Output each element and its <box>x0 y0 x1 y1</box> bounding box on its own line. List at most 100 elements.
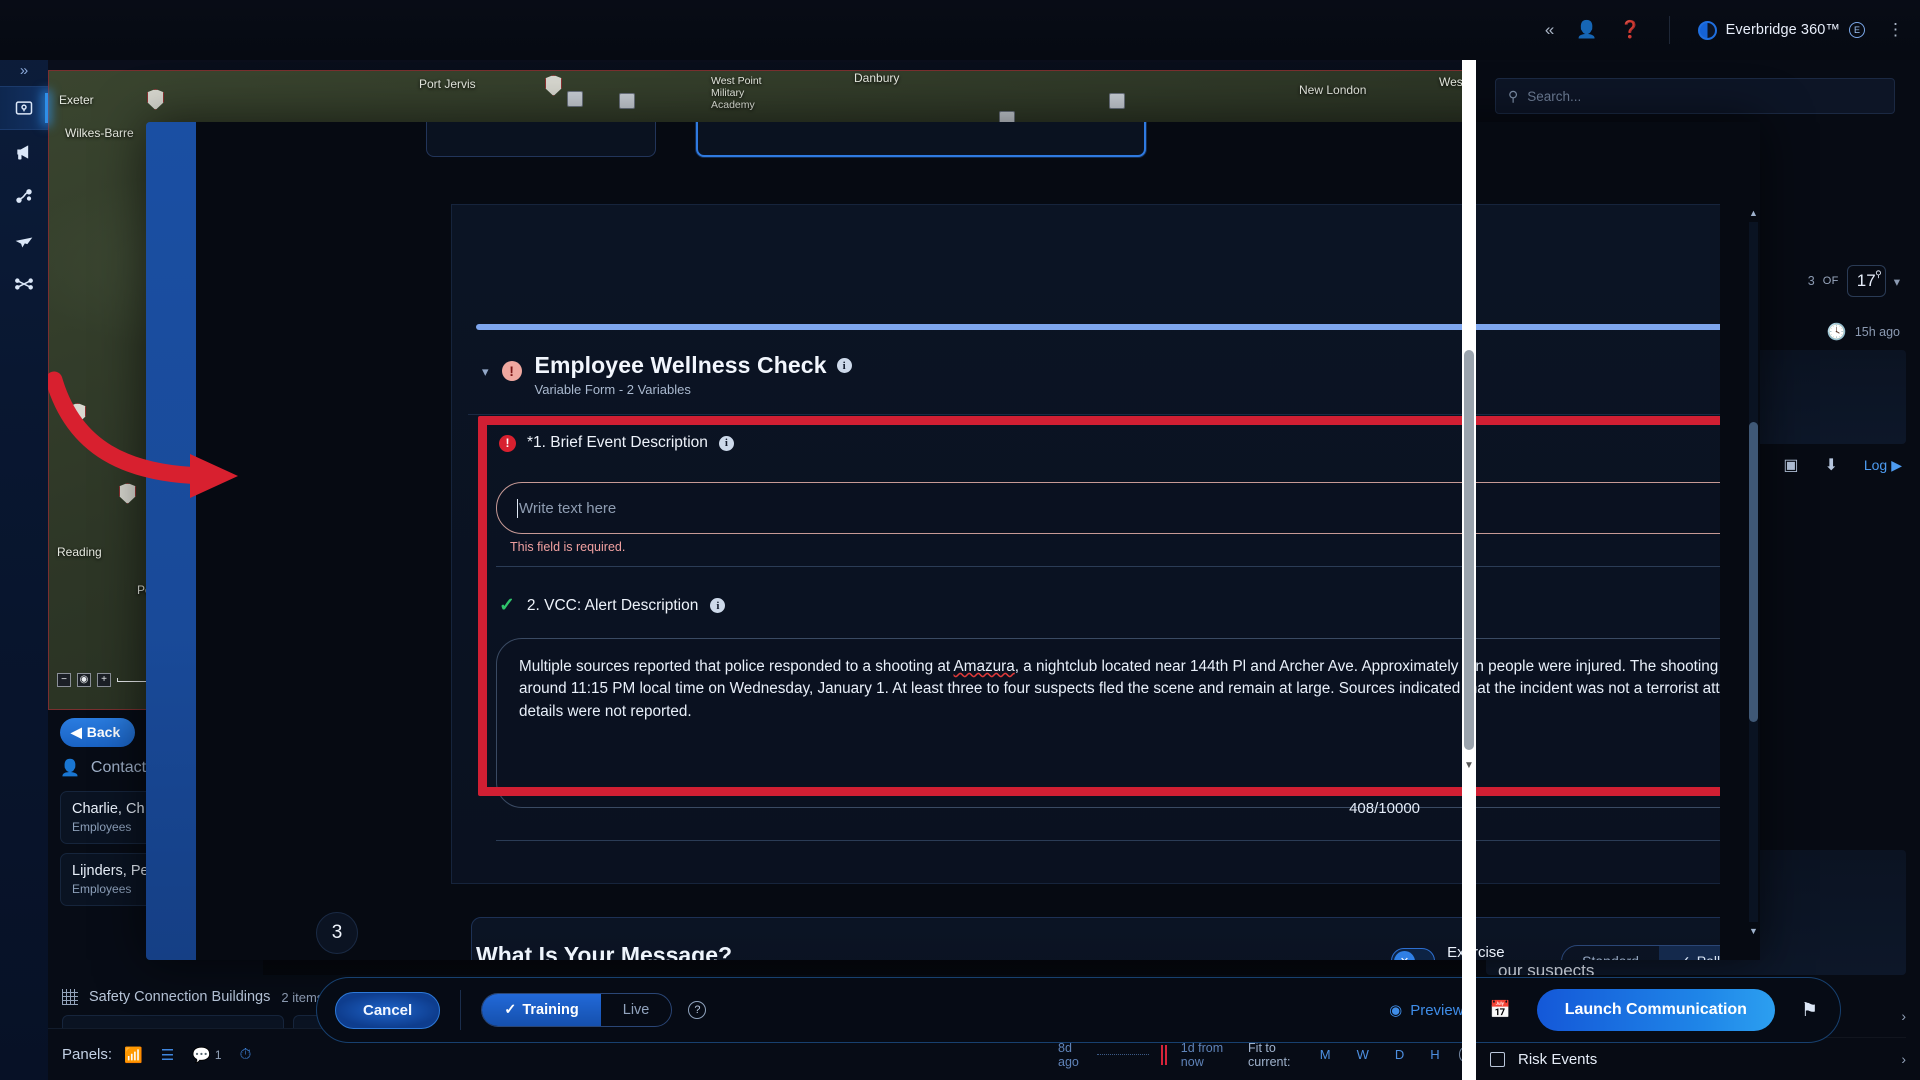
training-option[interactable]: ✓ Training <box>482 994 601 1026</box>
brand-name: Everbridge 360™ <box>1725 22 1840 38</box>
scrollbar-thumb[interactable] <box>1749 422 1758 722</box>
scroll-down-arrow-icon[interactable]: ▼ <box>1749 926 1758 936</box>
top-bar: « 👤 ❓ Everbridge 360™ E ⋮ <box>0 0 1920 60</box>
timeline-track[interactable] <box>1097 1054 1149 1055</box>
brand-badge[interactable]: E <box>1849 22 1865 38</box>
search-input[interactable]: Search... <box>1527 89 1581 104</box>
sidebar-item-travel[interactable] <box>0 218 48 262</box>
back-label: Back <box>86 724 121 740</box>
text-caret <box>517 498 518 518</box>
user-icon[interactable]: 👤 <box>1576 20 1597 40</box>
history-icon[interactable]: ⏱ <box>240 1046 252 1063</box>
question2-divider <box>496 840 1720 841</box>
left-nav-rail: » <box>0 0 48 1080</box>
template-card[interactable] <box>426 122 656 157</box>
double-chevron-left-icon[interactable]: « <box>1545 20 1554 40</box>
modal-action-bar: Cancel ✓ Training Live ? ◉ Preview 📅 Lau… <box>316 977 1841 1043</box>
question2-label-row: ✓ 2. VCC: Alert Description i <box>499 594 726 617</box>
sidebar-item-alerts[interactable] <box>0 130 48 174</box>
back-button[interactable]: ◀ Back <box>60 717 136 747</box>
sidebar-item-integrations[interactable] <box>0 262 48 306</box>
divider <box>460 990 462 1030</box>
cancel-button[interactable]: Cancel <box>335 991 441 1029</box>
flag-icon[interactable]: ⚑ <box>1801 999 1818 1022</box>
locate-icon[interactable]: ◉ <box>77 673 91 687</box>
zoom-in-button[interactable]: + <box>97 673 111 687</box>
question2-text-part1: Multiple sources reported that police re… <box>519 658 954 675</box>
panels-label: Panels: <box>62 1046 113 1063</box>
help-circle-icon[interactable]: ❓ <box>1619 20 1640 40</box>
chevron-down-icon[interactable]: ▾ <box>482 364 489 380</box>
question1-label-row: ! *1. Brief Event Description i <box>499 434 734 452</box>
grid-icon <box>62 989 78 1005</box>
info-icon[interactable]: i <box>718 435 734 451</box>
template-card-selected[interactable] <box>696 122 1146 157</box>
note-icon[interactable]: ▣ <box>1783 455 1798 475</box>
fit-option-m[interactable]: M <box>1320 1047 1331 1062</box>
chevron-down-icon[interactable]: ▾ <box>1894 274 1900 289</box>
comment-count: 1 <box>214 1047 222 1062</box>
feed-icon[interactable]: 📶 <box>124 1046 143 1064</box>
map-poi-icon[interactable] <box>619 93 635 109</box>
form-subtitle: Variable Form - 2 Variables <box>534 382 691 397</box>
message-mode-segmented[interactable]: Standard ✓Polling Conference <box>1561 944 1720 961</box>
action-bar-right: ◉ Preview 📅 Launch Communication ⚑ <box>1389 989 1818 1031</box>
event-actions[interactable]: ▣ ⬇ Log ▶ <box>1783 455 1902 475</box>
timestamp-label: 15h ago <box>1854 325 1900 339</box>
mode-polling[interactable]: ✓Polling <box>1658 945 1720 961</box>
help-circle-icon[interactable]: ? <box>688 1001 707 1019</box>
check-icon: ✓ <box>1679 953 1691 961</box>
right-panel-scrollbar[interactable]: ▼ <box>1462 60 1476 1080</box>
scrollbar-thumb[interactable] <box>1464 350 1474 750</box>
exercise-mode-toggle[interactable]: ✕ <box>1391 948 1436 960</box>
log-link[interactable]: Log ▶ <box>1864 457 1902 474</box>
download-icon[interactable]: ⬇ <box>1824 455 1837 475</box>
pager-total[interactable]: 17 ⚲ <box>1846 265 1886 297</box>
info-icon[interactable]: i <box>836 358 852 373</box>
checkbox[interactable] <box>1490 1051 1505 1067</box>
chevron-right-icon[interactable]: › <box>1901 1008 1906 1024</box>
fit-option-h[interactable]: H <box>1430 1047 1439 1062</box>
info-icon[interactable]: i <box>710 598 726 613</box>
more-vertical-icon[interactable]: ⋮ <box>1887 20 1904 40</box>
warning-icon: ! <box>501 361 522 381</box>
comment-icon[interactable]: 💬 1 <box>192 1046 221 1064</box>
zoom-out-button[interactable]: − <box>57 673 71 687</box>
question2-textarea[interactable]: Multiple sources reported that police re… <box>496 638 1720 808</box>
modal-scroll-content: ▾ ! Employee Wellness Check i Variable F… <box>196 122 1720 960</box>
mode-standard[interactable]: Standard <box>1562 946 1659 960</box>
calendar-icon[interactable]: 📅 <box>1490 1000 1511 1020</box>
required-exclamation-icon: ! <box>499 434 516 452</box>
map-poi-icon[interactable] <box>1109 93 1125 109</box>
preview-button[interactable]: ◉ Preview <box>1389 1001 1463 1020</box>
live-option[interactable]: Live <box>601 994 672 1026</box>
training-live-switch[interactable]: ✓ Training Live <box>481 993 673 1027</box>
question2-label: 2. VCC: Alert Description <box>526 596 699 614</box>
list-icon[interactable]: ☰ <box>161 1046 174 1064</box>
list-item-risk-events[interactable]: Risk Events › <box>1490 1038 1906 1080</box>
fit-to-current-label: Fit to current: <box>1248 1040 1291 1069</box>
sidebar-item-map[interactable] <box>0 86 48 130</box>
question1-divider <box>496 566 1720 567</box>
fit-option-w[interactable]: W <box>1357 1047 1369 1062</box>
modal-scrollbar[interactable]: ▲ ▼ <box>1749 208 1758 936</box>
sidebar-item-workflows[interactable] <box>0 174 48 218</box>
question1-input[interactable]: Write text here /24 <box>496 482 1720 534</box>
map-label: Exeter <box>59 93 94 107</box>
x-icon: ✕ <box>1394 950 1415 960</box>
event-pager[interactable]: 3 of 17 ⚲ ▾ <box>1808 265 1900 297</box>
launch-communication-button[interactable]: Launch Communication <box>1536 989 1775 1031</box>
fit-option-d[interactable]: D <box>1395 1047 1404 1062</box>
search-bar[interactable]: ⚲ Search... <box>1495 78 1895 114</box>
scroll-up-arrow-icon[interactable]: ▲ <box>1749 208 1758 218</box>
question1-label: *1. Brief Event Description <box>527 434 708 451</box>
brand[interactable]: Everbridge 360™ E <box>1697 20 1865 40</box>
top-bar-icons: « 👤 ❓ Everbridge 360™ E ⋮ <box>1545 16 1904 44</box>
exercise-mode-row: ✕ Exercise Mode Standard ✓Polling Confer… <box>1391 944 1720 960</box>
map-poi-icon[interactable] <box>567 91 583 107</box>
scroll-down-arrow-icon[interactable]: ▼ <box>1462 760 1476 771</box>
list-item-label: Risk Events <box>1518 1050 1598 1068</box>
timeline-now-marker[interactable] <box>1160 1044 1169 1065</box>
search-icon: ⚲ <box>1875 269 1882 279</box>
chevron-right-icon[interactable]: › <box>1901 1051 1906 1067</box>
